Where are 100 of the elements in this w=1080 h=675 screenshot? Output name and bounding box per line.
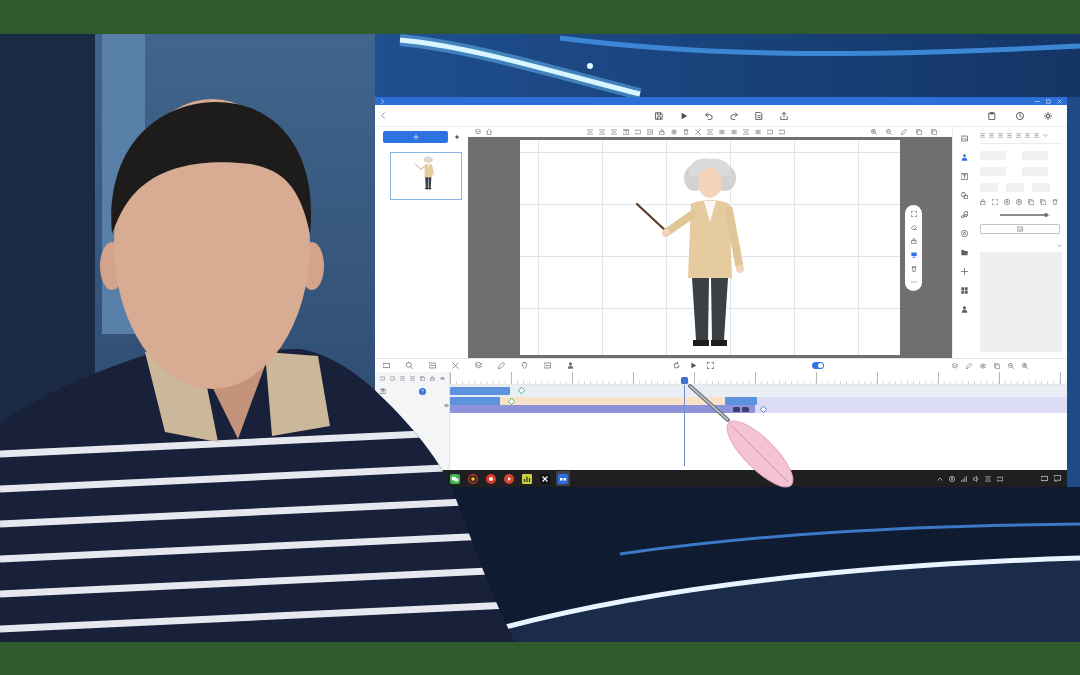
trash-icon[interactable] — [683, 129, 689, 135]
pencil-icon[interactable] — [498, 362, 505, 369]
home-icon[interactable] — [486, 129, 492, 135]
canvas-tool-button[interactable] — [908, 222, 919, 233]
align-lines-icon[interactable] — [587, 129, 593, 135]
close-icon[interactable] — [1057, 98, 1062, 104]
canvas-tool-button[interactable] — [908, 263, 919, 274]
align-lines-icon[interactable] — [1034, 133, 1039, 138]
zoom-out-icon[interactable] — [1008, 362, 1014, 369]
upload-icon[interactable] — [779, 111, 788, 120]
taskbar-button[interactable] — [556, 471, 570, 486]
caption-icon[interactable] — [647, 129, 653, 135]
timeline-clip[interactable] — [450, 397, 500, 405]
copy-icon[interactable] — [931, 129, 937, 135]
cross-icon[interactable] — [695, 129, 701, 135]
taskbar-button[interactable] — [502, 471, 516, 486]
timeline-track[interactable] — [450, 385, 1067, 397]
timeline-track[interactable] — [450, 405, 1067, 413]
caret-icon[interactable] — [937, 475, 943, 482]
pencil-icon[interactable] — [966, 362, 972, 369]
expand-corners-icon[interactable] — [992, 199, 998, 205]
play-icon[interactable] — [690, 362, 697, 369]
copy-icon[interactable] — [994, 362, 1000, 369]
timeline-clip[interactable] — [450, 387, 510, 395]
align-lines-icon[interactable] — [611, 129, 617, 135]
timeline-clip[interactable] — [450, 405, 755, 413]
search-icon[interactable] — [406, 362, 413, 369]
caption-icon[interactable] — [429, 362, 436, 369]
copy-icon[interactable] — [1028, 199, 1034, 205]
split-icon[interactable] — [731, 129, 737, 135]
align-lines-icon[interactable] — [410, 376, 415, 381]
eye-icon[interactable] — [444, 402, 449, 408]
taskbar-button[interactable] — [484, 471, 498, 486]
user-icon[interactable] — [567, 362, 574, 369]
taskbar-button[interactable] — [520, 471, 534, 486]
lock-icon[interactable] — [430, 376, 435, 381]
pencil-icon[interactable] — [901, 129, 907, 135]
document-icon[interactable] — [754, 111, 763, 120]
text-box-icon[interactable] — [623, 129, 629, 135]
add-button[interactable] — [383, 131, 448, 143]
canvas-tool-button[interactable] — [908, 208, 919, 219]
lock-icon[interactable] — [659, 129, 665, 135]
align-lines-icon[interactable] — [599, 129, 605, 135]
copy-icon[interactable] — [1040, 199, 1046, 205]
undo-icon[interactable] — [704, 111, 713, 120]
clipboard-icon[interactable] — [988, 111, 996, 120]
maximize-icon[interactable] — [1046, 98, 1051, 104]
chevron-down-icon[interactable] — [1057, 243, 1062, 248]
align-lines-icon[interactable] — [980, 133, 985, 138]
split-icon[interactable] — [719, 129, 725, 135]
toggle-switch[interactable] — [812, 362, 824, 369]
caption-icon[interactable] — [544, 362, 551, 369]
cross-icon[interactable] — [452, 362, 459, 369]
copy-icon[interactable] — [916, 129, 922, 135]
taskbar-button[interactable] — [538, 471, 552, 486]
zoom-out-icon[interactable] — [886, 129, 892, 135]
zoom-in-icon[interactable] — [871, 129, 877, 135]
align-lines-icon[interactable] — [400, 376, 405, 381]
replace-button[interactable] — [980, 224, 1060, 234]
clock-icon[interactable] — [1016, 111, 1024, 120]
layers-icon[interactable] — [475, 362, 482, 369]
align-lines-icon[interactable] — [1016, 133, 1021, 138]
slider-handle[interactable] — [1044, 213, 1048, 217]
expand-corners-icon[interactable] — [707, 362, 714, 369]
split-icon[interactable] — [755, 129, 761, 135]
layers-icon[interactable] — [952, 362, 958, 369]
timeline-clip[interactable] — [500, 397, 725, 405]
scene-thumbnail[interactable] — [390, 152, 462, 200]
back-icon[interactable] — [380, 112, 387, 119]
playhead-handle[interactable] — [680, 377, 688, 384]
align-lines-icon[interactable] — [989, 133, 994, 138]
timeline-clip[interactable] — [725, 397, 757, 405]
network-bars-icon[interactable] — [961, 475, 967, 482]
align-lines-icon[interactable] — [707, 129, 713, 135]
align-lines-icon[interactable] — [1025, 133, 1030, 138]
align-lines-icon[interactable] — [1007, 133, 1012, 138]
sparkle-icon[interactable] — [454, 134, 460, 140]
lock-icon[interactable] — [980, 199, 986, 205]
map-pin-icon[interactable] — [521, 362, 528, 369]
zoom-in-icon[interactable] — [1022, 362, 1028, 369]
copy-icon[interactable] — [420, 376, 425, 381]
eye-icon[interactable] — [440, 376, 445, 381]
taskbar-button[interactable] — [448, 471, 462, 486]
align-lines-icon[interactable] — [998, 133, 1003, 138]
speaker-icon[interactable] — [973, 475, 979, 482]
canvas-tool-button[interactable] — [908, 236, 919, 247]
notification-icon[interactable] — [1054, 475, 1061, 482]
settings-icon[interactable] — [671, 129, 677, 135]
minimize-icon[interactable] — [1035, 98, 1040, 104]
chevron-down-icon[interactable] — [1043, 133, 1048, 138]
timeline-track[interactable] — [450, 397, 1067, 405]
layers-icon[interactable] — [475, 129, 481, 135]
redo-icon[interactable] — [729, 111, 738, 120]
reset-icon[interactable] — [673, 362, 680, 369]
help-icon[interactable] — [419, 387, 426, 395]
split-icon[interactable] — [980, 362, 986, 369]
trash-icon[interactable] — [1052, 199, 1058, 205]
settings-icon[interactable] — [1044, 111, 1052, 120]
play-icon[interactable] — [679, 111, 688, 120]
align-lines-icon[interactable] — [743, 129, 749, 135]
